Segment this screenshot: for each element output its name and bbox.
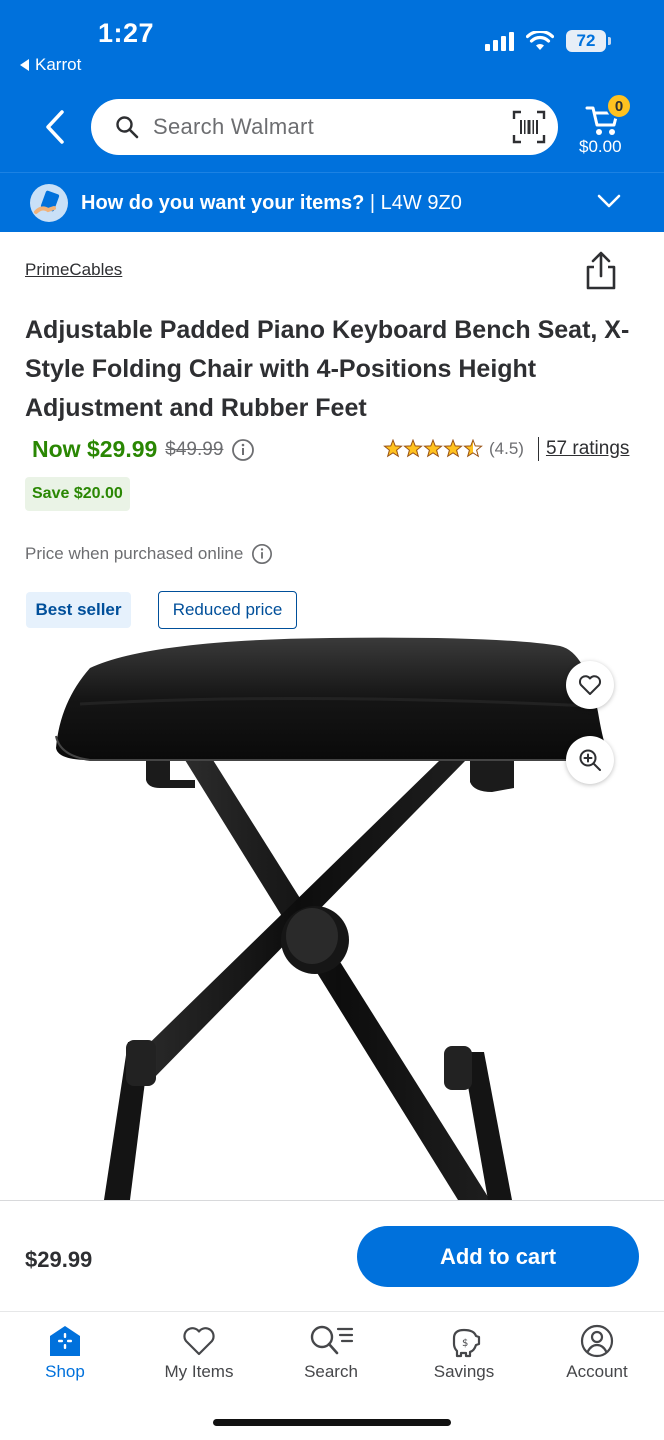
svg-text:$: $ — [462, 1338, 468, 1349]
status-time: 1:27 — [98, 18, 155, 48]
tab-account[interactable]: Account — [542, 1324, 652, 1382]
chevron-down-icon — [597, 194, 621, 208]
tab-label: Account — [566, 1362, 628, 1381]
search-icon — [116, 116, 139, 139]
delivery-selector[interactable]: How do you want your items? | L4W 9Z0 — [0, 172, 664, 232]
delivery-text: How do you want your items? | L4W 9Z0 — [81, 192, 462, 215]
zoom-in-icon — [579, 749, 601, 771]
star-1 — [383, 439, 403, 458]
shop-icon — [50, 1326, 80, 1356]
search-bar[interactable]: Search Walmart — [91, 99, 558, 155]
star-3 — [423, 439, 443, 458]
home-indicator — [213, 1419, 451, 1426]
reduced-price-tag: Reduced price — [158, 591, 297, 629]
best-seller-tag: Best seller — [26, 592, 131, 628]
share-icon[interactable] — [584, 250, 618, 292]
purchase-note-text: Price when purchased online — [25, 544, 244, 563]
cellular-signal-icon — [485, 31, 514, 51]
product-title: Adjustable Padded Piano Keyboard Bench S… — [25, 316, 630, 422]
back-arrow-icon[interactable] — [42, 108, 68, 146]
rating-summary[interactable]: (4.5) 57 ratings — [383, 437, 629, 461]
tab-label: Savings — [433, 1362, 495, 1381]
save-badge: Save $20.00 — [25, 477, 130, 511]
back-triangle-icon — [20, 59, 29, 71]
cart-button[interactable]: 0 $0.00 — [576, 93, 636, 159]
sticky-buy-bar: $29.99 Add to cart — [0, 1200, 664, 1311]
star-rating-icon — [383, 439, 483, 458]
heart-icon — [183, 1327, 215, 1356]
tab-shop[interactable]: Shop — [10, 1324, 120, 1382]
product-image[interactable] — [0, 632, 664, 1200]
tab-savings[interactable]: $ Savings — [409, 1324, 519, 1382]
zoom-button[interactable] — [566, 736, 614, 784]
tab-label: Search — [304, 1362, 358, 1381]
star-2 — [403, 439, 423, 458]
delivery-prompt: How do you want your items? — [81, 192, 365, 214]
tab-label: Shop — [45, 1362, 85, 1381]
rating-divider — [537, 437, 539, 461]
search-input[interactable]: Search Walmart — [153, 114, 314, 140]
cart-total: $0.00 — [579, 137, 622, 156]
star-4 — [443, 439, 463, 458]
delivery-icon — [30, 184, 68, 222]
was-price: $49.99 — [165, 438, 224, 460]
buybar-price: $29.99 — [25, 1247, 93, 1272]
current-price: Now $29.99 — [32, 436, 158, 462]
app-header: 1:27 Karrot 72 Search Walmart 0 $0.00 Ho… — [0, 0, 664, 232]
star-5 — [463, 439, 483, 458]
rating-value: (4.5) — [489, 439, 524, 458]
brand-link[interactable]: PrimeCables — [25, 260, 122, 280]
add-to-cart-button[interactable]: Add to cart — [357, 1226, 639, 1287]
battery-icon: 72 — [566, 30, 611, 52]
heart-icon — [578, 675, 602, 695]
info-icon[interactable] — [251, 543, 273, 565]
back-app-label: Karrot — [35, 55, 82, 74]
wifi-icon — [526, 31, 554, 50]
ratings-count-link[interactable]: 57 ratings — [546, 438, 629, 460]
info-icon[interactable] — [231, 438, 255, 462]
search-list-icon — [310, 1325, 354, 1355]
barcode-scan-icon[interactable] — [512, 110, 546, 144]
tab-search[interactable]: Search — [276, 1324, 386, 1382]
status-icons: 72 — [485, 30, 611, 52]
account-icon — [580, 1324, 614, 1358]
favorite-button[interactable] — [566, 661, 614, 709]
purchase-note: Price when purchased online — [25, 543, 273, 565]
back-to-app-link[interactable]: Karrot — [20, 55, 81, 75]
tab-my-items[interactable]: My Items — [144, 1324, 254, 1382]
savings-icon: $ — [452, 1328, 481, 1358]
delivery-location: | L4W 9Z0 — [364, 192, 462, 214]
cart-count-badge: 0 — [606, 93, 632, 119]
tab-label: My Items — [164, 1362, 234, 1381]
price-row: Now $29.99 $49.99 — [32, 436, 255, 463]
